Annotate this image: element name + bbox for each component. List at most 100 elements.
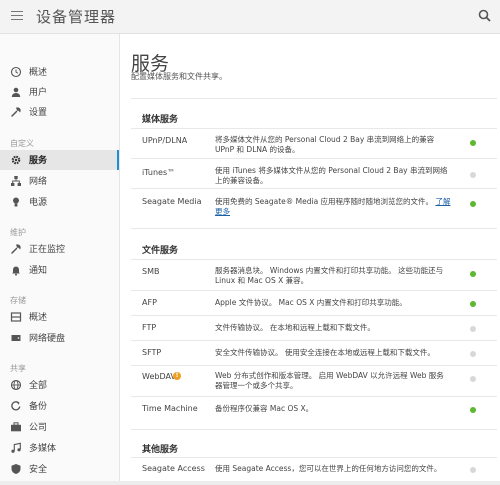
divider — [131, 158, 497, 159]
app-title[interactable]: 设备管理器 — [36, 6, 116, 27]
music-icon — [11, 442, 21, 453]
service-name: Time Machine — [142, 404, 198, 413]
bulb-icon — [13, 197, 19, 207]
sidebar-item-services[interactable]: 服务 — [0, 150, 119, 170]
sidebar-item-label: 公司 — [29, 423, 48, 433]
sidebar-item-label: 电源 — [29, 198, 48, 208]
sidebar-item-label: 通知 — [29, 266, 48, 276]
drive-icon — [11, 335, 21, 341]
wrench-icon — [11, 244, 21, 254]
sidebar-item-label: 服务 — [29, 156, 48, 166]
divider — [131, 429, 497, 430]
service-name: SFTP — [142, 348, 162, 357]
divider — [131, 315, 497, 316]
page-subtitle: 配置媒体服务和文件共享。 — [131, 72, 227, 81]
section-title-file: 文件服务 — [142, 246, 179, 256]
sidebar: 概述 用户 设置 自定义 服务 网络 电源 维护 正在监控 通知 存储 概述 网… — [0, 34, 120, 485]
backup-icon — [11, 401, 21, 411]
service-status-toggle-seagate-media[interactable] — [470, 201, 476, 207]
divider — [131, 188, 497, 189]
service-description: 将多媒体文件从您的 Personal Cloud 2 Bay 串流到网络上的兼容… — [215, 135, 435, 154]
section-title-media: 媒体服务 — [142, 115, 179, 125]
service-name: Seagate Media — [142, 197, 202, 206]
service-name: UPnP/DLNA — [142, 136, 188, 145]
service-description-text: 使用免费的 Seagate® Media 应用程序随时随地浏览您的文件。 — [215, 197, 434, 206]
service-name: FTP — [142, 323, 157, 332]
sidebar-section-title: 存储 — [10, 296, 26, 305]
service-description: 使用 iTunes 将多媒体文件从您的 Personal Cloud 2 Bay… — [215, 166, 448, 185]
wrench-icon — [11, 107, 21, 117]
sidebar-item-notifications[interactable]: 通知 — [0, 260, 119, 280]
sidebar-item-label: 多媒体 — [29, 444, 57, 454]
service-status-toggle-seagate-access[interactable] — [470, 467, 476, 473]
service-description: Web 分布式创作和版本管理。 启用 WebDAV 以允许远程 Web 服务器管… — [215, 371, 444, 390]
network-icon — [11, 176, 21, 186]
service-description: 使用 Seagate Access，您可以在世界上的任何地方访问您的文件。 — [215, 464, 442, 473]
service-description: 服务器消息块。 Windows 内置文件和打印共享功能。 这些功能还与 Linu… — [215, 266, 444, 285]
user-icon — [11, 87, 21, 97]
service-description: 文件传输协议。 在本地和远程上载和下载文件。 — [215, 323, 375, 332]
service-name: iTunes™ — [142, 168, 176, 177]
service-name: Seagate Access — [142, 464, 205, 473]
service-status-toggle-upnp[interactable] — [470, 140, 476, 146]
service-status-toggle-ftp[interactable] — [470, 326, 476, 332]
chevron-down-icon[interactable] — [106, 13, 112, 17]
divider — [131, 259, 497, 260]
sidebar-section-title: 维护 — [10, 228, 26, 237]
sidebar-item-label: 网络 — [29, 177, 48, 187]
sidebar-item-company[interactable]: 公司 — [0, 417, 119, 437]
sidebar-item-shares-all[interactable]: 全部 — [0, 375, 119, 395]
storage-icon — [10, 312, 22, 322]
service-status-toggle-webdav[interactable] — [470, 376, 476, 382]
sidebar-item-power[interactable]: 电源 — [0, 192, 119, 212]
divider — [131, 457, 497, 458]
clock-icon — [10, 66, 22, 78]
sidebar-item-label: 概述 — [29, 68, 48, 78]
warning-icon[interactable]: ! — [173, 372, 181, 380]
sidebar-item-label: 概述 — [29, 313, 48, 323]
sidebar-item-storage-overview[interactable]: 概述 — [0, 307, 119, 327]
top-bar: 设备管理器 — [0, 0, 500, 34]
sidebar-item-settings[interactable]: 设置 — [0, 102, 119, 122]
search-icon[interactable] — [478, 9, 491, 22]
briefcase-icon — [11, 422, 21, 432]
sidebar-item-overview[interactable]: 概述 — [0, 62, 119, 82]
menu-icon[interactable] — [11, 11, 23, 21]
service-status-toggle-sftp[interactable] — [470, 351, 476, 357]
sidebar-item-label: 用户 — [29, 88, 48, 98]
service-name: SMB — [142, 267, 160, 276]
sidebar-item-security[interactable]: 安全 — [0, 459, 119, 479]
service-description: 使用免费的 Seagate® Media 应用程序随时随地浏览您的文件。 了解更… — [215, 197, 451, 217]
sidebar-item-label: 设置 — [29, 108, 48, 118]
bottom-scrollbar[interactable] — [0, 481, 500, 485]
sidebar-item-monitoring[interactable]: 正在监控 — [0, 239, 119, 259]
main-content: 服务 配置媒体服务和文件共享。 媒体服务 UPnP/DLNA 将多媒体文件从您的… — [120, 34, 500, 485]
section-title-other: 其他服务 — [142, 445, 179, 455]
sidebar-item-backup[interactable]: 备份 — [0, 396, 119, 416]
sidebar-item-label: 正在监控 — [29, 245, 66, 255]
service-description: 安全文件传输协议。 使用安全连接在本地或远程上载和下载文件。 — [215, 348, 435, 357]
service-description: 备份程序仅兼容 Mac OS X。 — [215, 404, 314, 413]
service-name: WebDAV — [142, 372, 176, 381]
divider — [131, 396, 497, 397]
service-status-toggle-afp[interactable] — [470, 301, 476, 307]
service-description: Apple 文件协议。 Mac OS X 内置文件和打印共享功能。 — [215, 298, 407, 307]
service-status-toggle-itunes[interactable] — [470, 172, 476, 178]
divider — [131, 128, 497, 129]
sidebar-item-label: 全部 — [29, 381, 48, 391]
sidebar-item-label: 备份 — [29, 402, 48, 412]
sidebar-item-network-drive[interactable]: 网络硬盘 — [0, 328, 119, 348]
divider — [131, 98, 497, 99]
divider — [131, 340, 497, 341]
divider — [131, 228, 497, 229]
service-status-toggle-smb[interactable] — [470, 271, 476, 277]
sidebar-item-multimedia[interactable]: 多媒体 — [0, 438, 119, 458]
sidebar-item-network[interactable]: 网络 — [0, 171, 119, 191]
shield-icon — [11, 464, 21, 474]
service-status-toggle-time-machine[interactable] — [470, 407, 476, 413]
divider — [131, 290, 497, 291]
service-name: AFP — [142, 298, 157, 307]
sidebar-item-label: 安全 — [29, 465, 48, 475]
divider — [131, 365, 497, 366]
sidebar-item-users[interactable]: 用户 — [0, 82, 119, 102]
